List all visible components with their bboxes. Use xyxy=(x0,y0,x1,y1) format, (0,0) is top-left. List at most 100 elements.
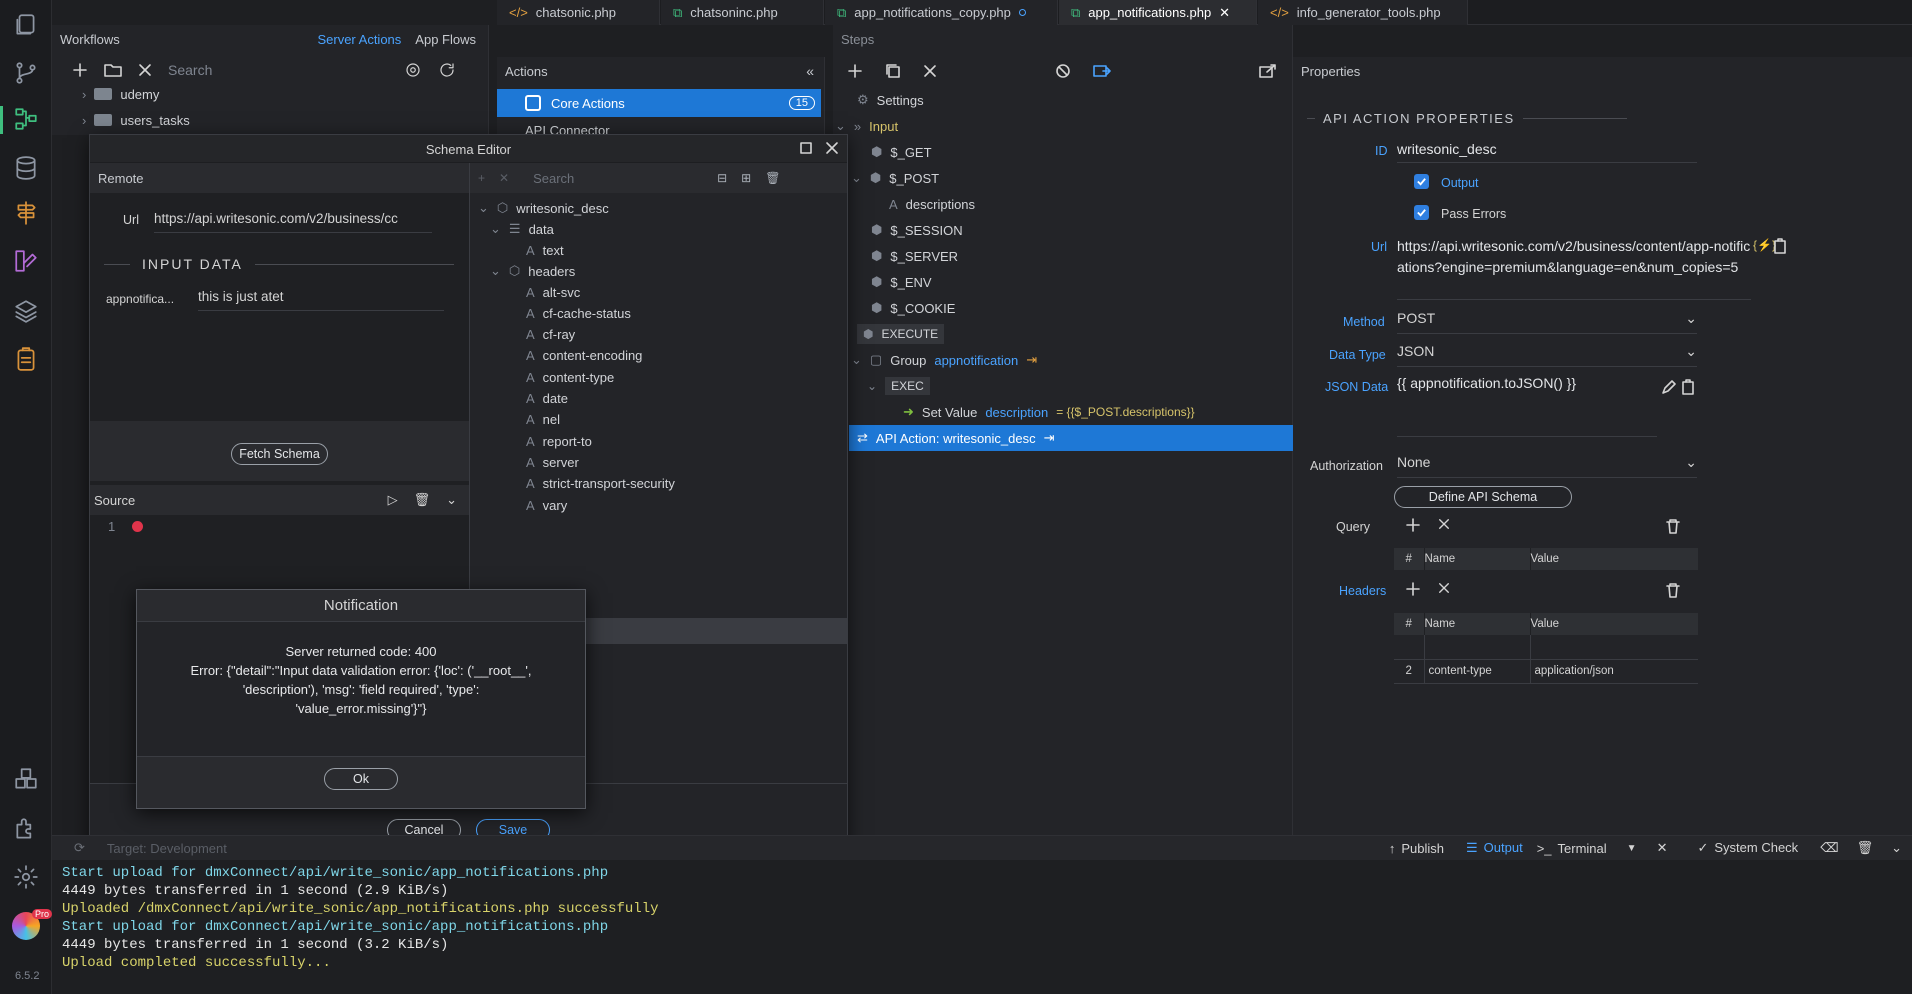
signpost-icon[interactable] xyxy=(13,200,39,226)
database-icon[interactable] xyxy=(13,155,39,181)
workflows-icon[interactable] xyxy=(13,106,39,132)
step-cookie[interactable]: ⬢ $_COOKIE xyxy=(871,295,955,321)
chevron-down-icon[interactable]: ⌄ xyxy=(1891,840,1902,856)
run-icon[interactable]: ▷ xyxy=(388,492,398,508)
target-partial[interactable]: Target: Development xyxy=(107,841,227,856)
text-type-icon: A xyxy=(526,412,535,428)
export-icon[interactable] xyxy=(1259,63,1277,79)
query-clear-icon[interactable] xyxy=(1438,518,1450,530)
step-server[interactable]: ⬢ $_SERVER xyxy=(871,243,958,269)
output-icon[interactable] xyxy=(1093,63,1111,79)
folder-add-icon[interactable] xyxy=(104,62,122,78)
tab-chatsonic[interactable]: </> chatsonic.php xyxy=(497,0,660,25)
input-data-value[interactable]: this is just atet xyxy=(198,289,444,311)
server-actions-link[interactable]: Server Actions xyxy=(317,32,401,47)
schema-search-input[interactable]: Search xyxy=(533,171,703,186)
trash-icon[interactable]: 🗑 xyxy=(765,171,780,185)
step-exec[interactable]: ⌄ EXEC xyxy=(867,373,930,399)
step-env[interactable]: ⬢ $_ENV xyxy=(871,269,932,295)
tab-info-generator-tools[interactable]: </> info_generator_tools.php xyxy=(1258,0,1468,25)
step-execute[interactable]: ⬢ EXECUTE xyxy=(857,324,945,344)
trash-icon[interactable]: 🗑 xyxy=(414,492,431,508)
id-input[interactable]: writesonic_desc xyxy=(1397,141,1697,163)
step-descriptions[interactable]: Adescriptions xyxy=(889,191,975,217)
console-line: 4449 bytes transferred in 1 second (2.9 … xyxy=(62,883,449,899)
step-settings[interactable]: ⚙ Settings xyxy=(857,87,924,113)
schema-header-item[interactable]: Avary xyxy=(526,492,567,518)
headers-add-icon[interactable] xyxy=(1406,582,1420,596)
add-icon[interactable] xyxy=(72,62,88,78)
collapse-icon[interactable]: « xyxy=(806,63,814,79)
id-label: ID xyxy=(1375,144,1388,158)
expand-all-icon[interactable]: ⊞ xyxy=(741,171,751,185)
close-dialog-icon[interactable] xyxy=(825,141,839,155)
headers-clear-icon[interactable] xyxy=(1438,582,1450,594)
maximize-icon[interactable] xyxy=(799,141,813,155)
terminal-tab[interactable]: >_ Terminal xyxy=(1537,841,1607,856)
tree-item-users-tasks[interactable]: › users_tasks xyxy=(82,109,190,131)
add-property-icon[interactable]: + xyxy=(478,171,485,185)
step-api-action[interactable]: ⇄ API Action: writesonic_desc ⇥ xyxy=(849,425,1293,451)
tree-item-udemy[interactable]: › udemy xyxy=(82,83,159,105)
remove-icon[interactable] xyxy=(923,64,937,78)
tab-app-notifications-copy[interactable]: ⧉ app_notifications_copy.php xyxy=(825,0,1058,25)
query-delete-icon[interactable] xyxy=(1666,518,1680,534)
design-icon[interactable] xyxy=(13,248,39,274)
define-api-schema-button[interactable]: Define API Schema xyxy=(1394,486,1572,508)
step-get[interactable]: ⬢ $_GET xyxy=(871,139,932,165)
sync-icon[interactable]: ⟳ xyxy=(74,840,85,856)
activity-bar: Pro 6.5.2 xyxy=(0,0,53,994)
pass-errors-checkbox[interactable] xyxy=(1414,205,1429,220)
clipboard-small-icon[interactable] xyxy=(1773,238,1787,254)
table-row[interactable]: 2 content-type application/json xyxy=(1394,659,1698,683)
core-actions-item[interactable]: Core Actions 15 xyxy=(497,89,821,117)
workflows-search-input[interactable]: Search xyxy=(168,62,388,78)
files-icon[interactable] xyxy=(13,12,39,38)
git-branch-icon[interactable] xyxy=(13,60,39,86)
eraser-icon[interactable]: ⌫ xyxy=(1820,840,1838,856)
json-data-input[interactable]: {{ appnotification.toJSON() }} xyxy=(1397,375,1657,437)
edit-icon[interactable] xyxy=(1661,379,1677,395)
layers-icon[interactable] xyxy=(13,298,39,324)
tab-chatsoninc[interactable]: ⧉ chatsoninc.php xyxy=(661,0,824,25)
copy-icon[interactable] xyxy=(885,63,901,79)
query-add-icon[interactable] xyxy=(1406,518,1420,532)
method-select[interactable]: POST ⌄ xyxy=(1397,310,1697,334)
data-type-select[interactable]: JSON ⌄ xyxy=(1397,343,1697,367)
close-icon[interactable] xyxy=(138,63,152,77)
url-input[interactable]: https://api.writesonic.com/v2/business/c… xyxy=(1397,236,1751,300)
settings-gear-icon[interactable] xyxy=(13,864,39,890)
close-panel-icon[interactable]: ✕ xyxy=(1657,840,1668,856)
extensions-icon[interactable] xyxy=(13,766,39,792)
remove-property-icon[interactable]: ✕ xyxy=(499,171,509,185)
tab-app-notifications[interactable]: ⧉ app_notifications.php ✕ xyxy=(1059,0,1257,25)
refresh-icon[interactable] xyxy=(438,61,456,79)
close-tab-icon[interactable]: ✕ xyxy=(1219,5,1230,21)
fetch-schema-button[interactable]: Fetch Schema xyxy=(231,443,328,465)
puzzle-icon[interactable] xyxy=(13,816,39,842)
output-tab[interactable]: ☰ Output xyxy=(1466,840,1523,856)
table-row[interactable] xyxy=(1394,635,1698,659)
collapse-all-icon[interactable]: ⊟ xyxy=(717,171,727,185)
output-checkbox[interactable] xyxy=(1414,174,1429,189)
step-post[interactable]: ⌄ ⬢ $_POST xyxy=(851,165,939,191)
authorization-select[interactable]: None ⌄ xyxy=(1397,454,1697,478)
terminal-dropdown-icon[interactable]: ▼ xyxy=(1627,843,1637,854)
step-session[interactable]: ⬢ $_SESSION xyxy=(871,217,963,243)
app-flows-link[interactable]: App Flows xyxy=(415,32,476,47)
data-type-label: Data Type xyxy=(1329,348,1386,362)
step-set-value[interactable]: ➜ Set Value description = {{$_POST.descript… xyxy=(903,399,1195,425)
clipboard-small-icon[interactable] xyxy=(1681,379,1695,395)
clipboard-icon[interactable] xyxy=(13,346,39,372)
add-step-icon[interactable] xyxy=(847,63,863,79)
gear-icon[interactable] xyxy=(404,61,422,79)
step-group[interactable]: ⌄ ▢ Group appnotification ⇥ xyxy=(851,347,1037,373)
headers-delete-icon[interactable] xyxy=(1666,582,1680,598)
disable-icon[interactable] xyxy=(1055,63,1071,79)
schema-url-input[interactable]: https://api.writesonic.com/v2/business/c… xyxy=(154,211,432,233)
ok-button[interactable]: Ok xyxy=(324,768,398,790)
chevron-down-icon[interactable]: ⌄ xyxy=(446,492,457,508)
system-check-button[interactable]: ✓ System Check xyxy=(1697,840,1798,856)
publish-button[interactable]: ↑ Publish xyxy=(1389,841,1444,856)
trash-icon[interactable]: 🗑 xyxy=(1857,840,1874,856)
